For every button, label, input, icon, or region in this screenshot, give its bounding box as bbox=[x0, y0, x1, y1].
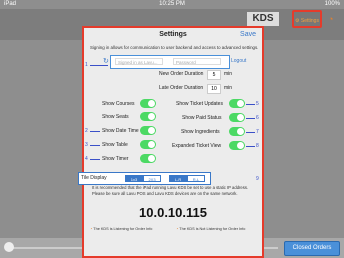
slider-knob[interactable] bbox=[4, 242, 14, 252]
show-ticket-updates-toggle[interactable] bbox=[229, 99, 245, 108]
new-order-unit: min bbox=[224, 71, 233, 77]
show-seats-label: Show Seats bbox=[102, 114, 129, 120]
callout-line bbox=[90, 131, 100, 132]
show-date-time-label: Show Date Time bbox=[102, 128, 139, 134]
settings-modal: Settings Save Signing in allows for comm… bbox=[78, 26, 264, 258]
show-seats-toggle[interactable] bbox=[140, 112, 156, 121]
settings-button[interactable]: ⚙ Settings bbox=[292, 10, 322, 28]
show-courses-toggle[interactable] bbox=[140, 99, 156, 108]
listening-status: ◔ The KDS is Listening for Order Info bbox=[90, 227, 152, 231]
show-table-toggle[interactable] bbox=[140, 140, 156, 149]
status-bar: iPad 10:25 PM 100% bbox=[0, 0, 344, 9]
callout-line bbox=[246, 146, 255, 147]
show-table-label: Show Table bbox=[102, 142, 128, 148]
static-ip-note: It is recommended that the iPad running … bbox=[92, 185, 249, 196]
show-paid-status-label: Show Paid Status bbox=[182, 115, 222, 121]
new-order-value[interactable]: 5 bbox=[207, 70, 221, 80]
callout-line bbox=[246, 118, 255, 119]
late-order-label: Late Order Duration bbox=[159, 85, 204, 91]
tile-2x3-button[interactable]: 2X3 bbox=[143, 175, 161, 182]
late-order-unit: min bbox=[224, 85, 233, 91]
callout-6: 6 bbox=[256, 115, 259, 121]
callout-line bbox=[90, 65, 108, 66]
not-listening-status: ◔ The KDS is Not Listening for Order Inf… bbox=[176, 227, 245, 231]
kds-logo: KDS bbox=[247, 12, 279, 26]
callout-line bbox=[246, 104, 255, 105]
tile-lr-button[interactable]: L-R bbox=[169, 175, 187, 182]
wifi-icon: ◔ bbox=[328, 14, 334, 24]
show-ingredients-label: Show Ingredients bbox=[181, 129, 220, 135]
modal-title: Settings bbox=[159, 31, 187, 38]
callout-4: 4 bbox=[85, 156, 88, 162]
tile-rl-button[interactable]: R-L bbox=[187, 175, 205, 182]
password-field[interactable]: Password bbox=[173, 58, 221, 65]
callout-1: 1 bbox=[85, 62, 88, 68]
new-order-label: New Order Duration bbox=[159, 71, 204, 77]
logout-link[interactable]: Logout bbox=[231, 58, 246, 64]
show-courses-label: Show Courses bbox=[102, 101, 135, 107]
listening-icon: ◔ bbox=[90, 227, 93, 231]
refresh-icon[interactable]: ↻ bbox=[103, 57, 109, 65]
show-paid-status-toggle[interactable] bbox=[229, 113, 245, 122]
modal-header: Settings Save bbox=[84, 28, 262, 42]
callout-line bbox=[90, 159, 100, 160]
show-timer-label: Show Timer bbox=[102, 156, 129, 162]
expanded-ticket-view-label: Expanded Ticket View bbox=[172, 143, 222, 149]
save-button[interactable]: Save bbox=[240, 31, 256, 38]
show-timer-toggle[interactable] bbox=[140, 154, 156, 163]
show-ingredients-toggle[interactable] bbox=[229, 127, 245, 136]
tile-display-label: Tile Display bbox=[81, 175, 107, 181]
not-listening-text: The KDS is Not Listening for Order Info bbox=[179, 227, 246, 231]
ip-address: 10.0.10.115 bbox=[139, 205, 207, 220]
callout-9: 9 bbox=[256, 176, 259, 182]
tile-1x3-button[interactable]: 1x3 bbox=[125, 175, 143, 182]
credentials-box: Signed in as Lavu... Password bbox=[110, 55, 230, 69]
listening-text: The KDS is Listening for Order Info bbox=[93, 227, 153, 231]
clock: 10:25 PM bbox=[159, 1, 185, 7]
callout-line bbox=[90, 145, 100, 146]
closed-orders-button[interactable]: Closed Orders bbox=[284, 241, 340, 256]
show-ticket-updates-label: Show Ticket Updates bbox=[176, 101, 223, 107]
settings-label: Settings bbox=[300, 18, 319, 24]
callout-3: 3 bbox=[85, 142, 88, 148]
expanded-ticket-view-toggle[interactable] bbox=[229, 141, 245, 150]
callout-line bbox=[246, 132, 255, 133]
callout-5: 5 bbox=[256, 101, 259, 107]
battery: 100% bbox=[324, 1, 340, 7]
username-field[interactable]: Signed in as Lavu... bbox=[115, 58, 163, 65]
signin-description: Signing in allows for communication to u… bbox=[90, 45, 259, 50]
callout-2: 2 bbox=[85, 128, 88, 134]
late-order-value[interactable]: 10 bbox=[207, 84, 221, 94]
not-listening-icon: ◔ bbox=[176, 227, 179, 231]
tile-display-row: Tile Display 1x3 2X3 L-R R-L bbox=[78, 172, 211, 185]
show-date-time-toggle[interactable] bbox=[140, 126, 156, 135]
callout-8: 8 bbox=[256, 143, 259, 149]
callout-7: 7 bbox=[256, 129, 259, 135]
